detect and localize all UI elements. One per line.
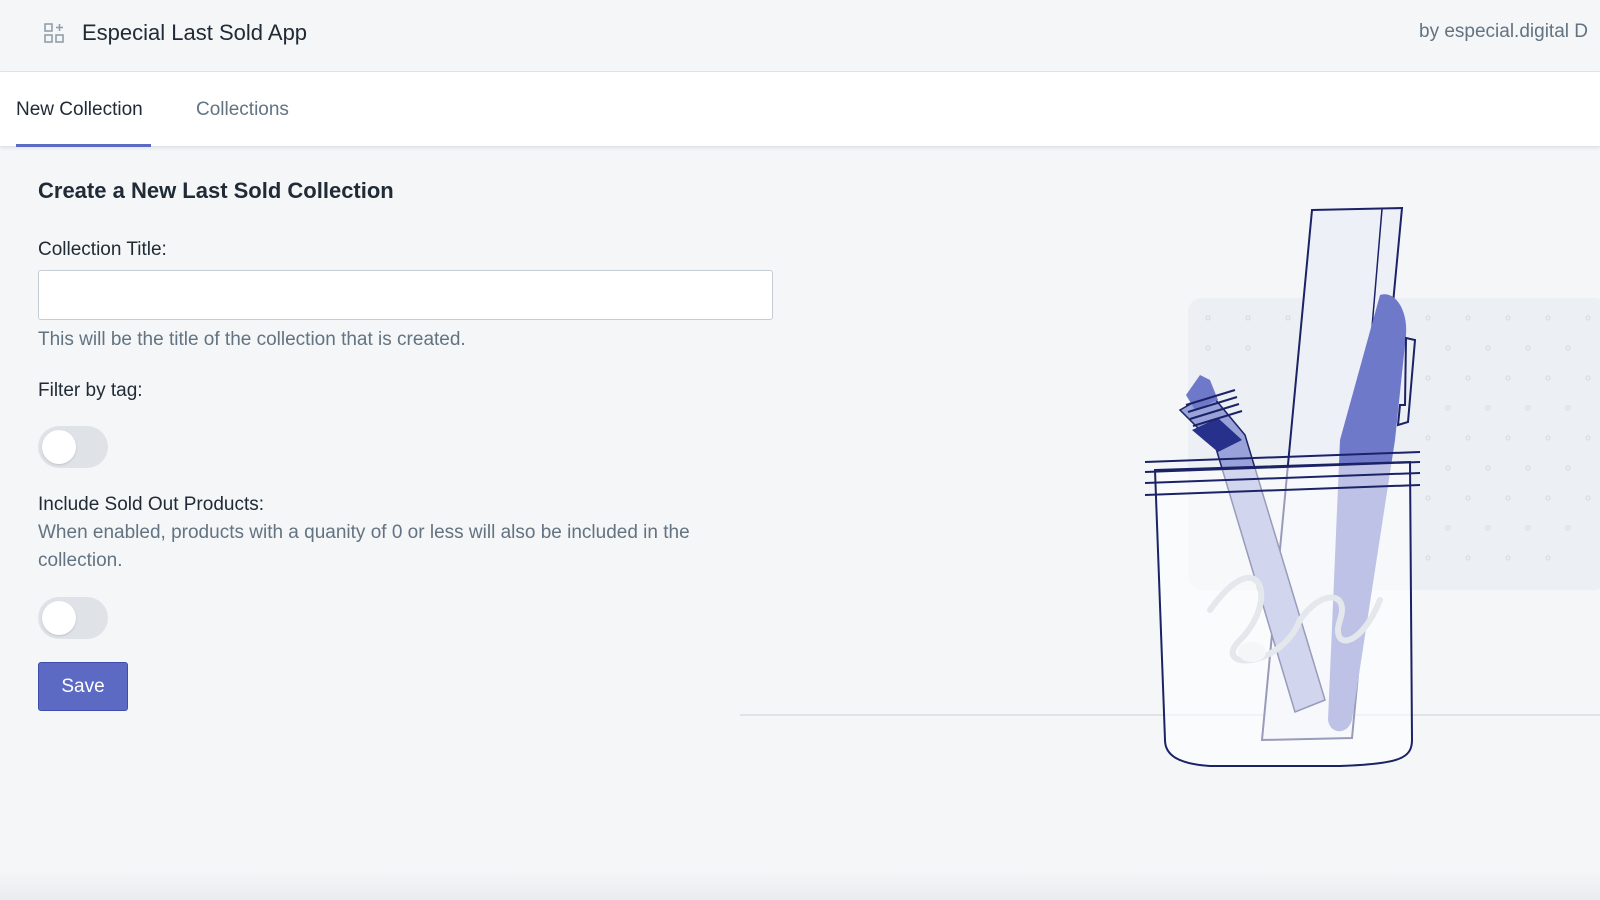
- form-heading: Create a New Last Sold Collection: [38, 178, 394, 203]
- tab-collections[interactable]: Collections: [196, 72, 289, 147]
- app-title: Especial Last Sold App: [82, 20, 308, 45]
- apps-grid-icon: [44, 23, 64, 43]
- toggle-knob: [42, 601, 76, 635]
- toggle-knob: [42, 430, 76, 464]
- save-button[interactable]: Save: [38, 662, 128, 711]
- pencil-cup-illustration: [740, 206, 1600, 767]
- filter-by-tag-label: Filter by tag:: [38, 380, 143, 401]
- collection-title-label: Collection Title:: [38, 239, 167, 260]
- include-sold-out-label: Include Sold Out Products:: [38, 494, 265, 515]
- collection-title-help: This will be the title of the collection…: [38, 329, 466, 350]
- tab-bar: New Collection Collections: [0, 72, 1600, 147]
- page-bottom-shade: [0, 870, 1600, 900]
- top-bar: Especial Last Sold App by especial.digit…: [0, 0, 1600, 72]
- collection-title-input[interactable]: [38, 270, 773, 320]
- include-sold-out-toggle[interactable]: [38, 597, 108, 639]
- filter-by-tag-toggle[interactable]: [38, 426, 108, 468]
- developer-byline[interactable]: by especial.digital D: [1419, 21, 1588, 43]
- tab-new-collection[interactable]: New Collection: [16, 72, 151, 147]
- include-sold-out-help: When enabled, products with a quanity of…: [38, 522, 690, 571]
